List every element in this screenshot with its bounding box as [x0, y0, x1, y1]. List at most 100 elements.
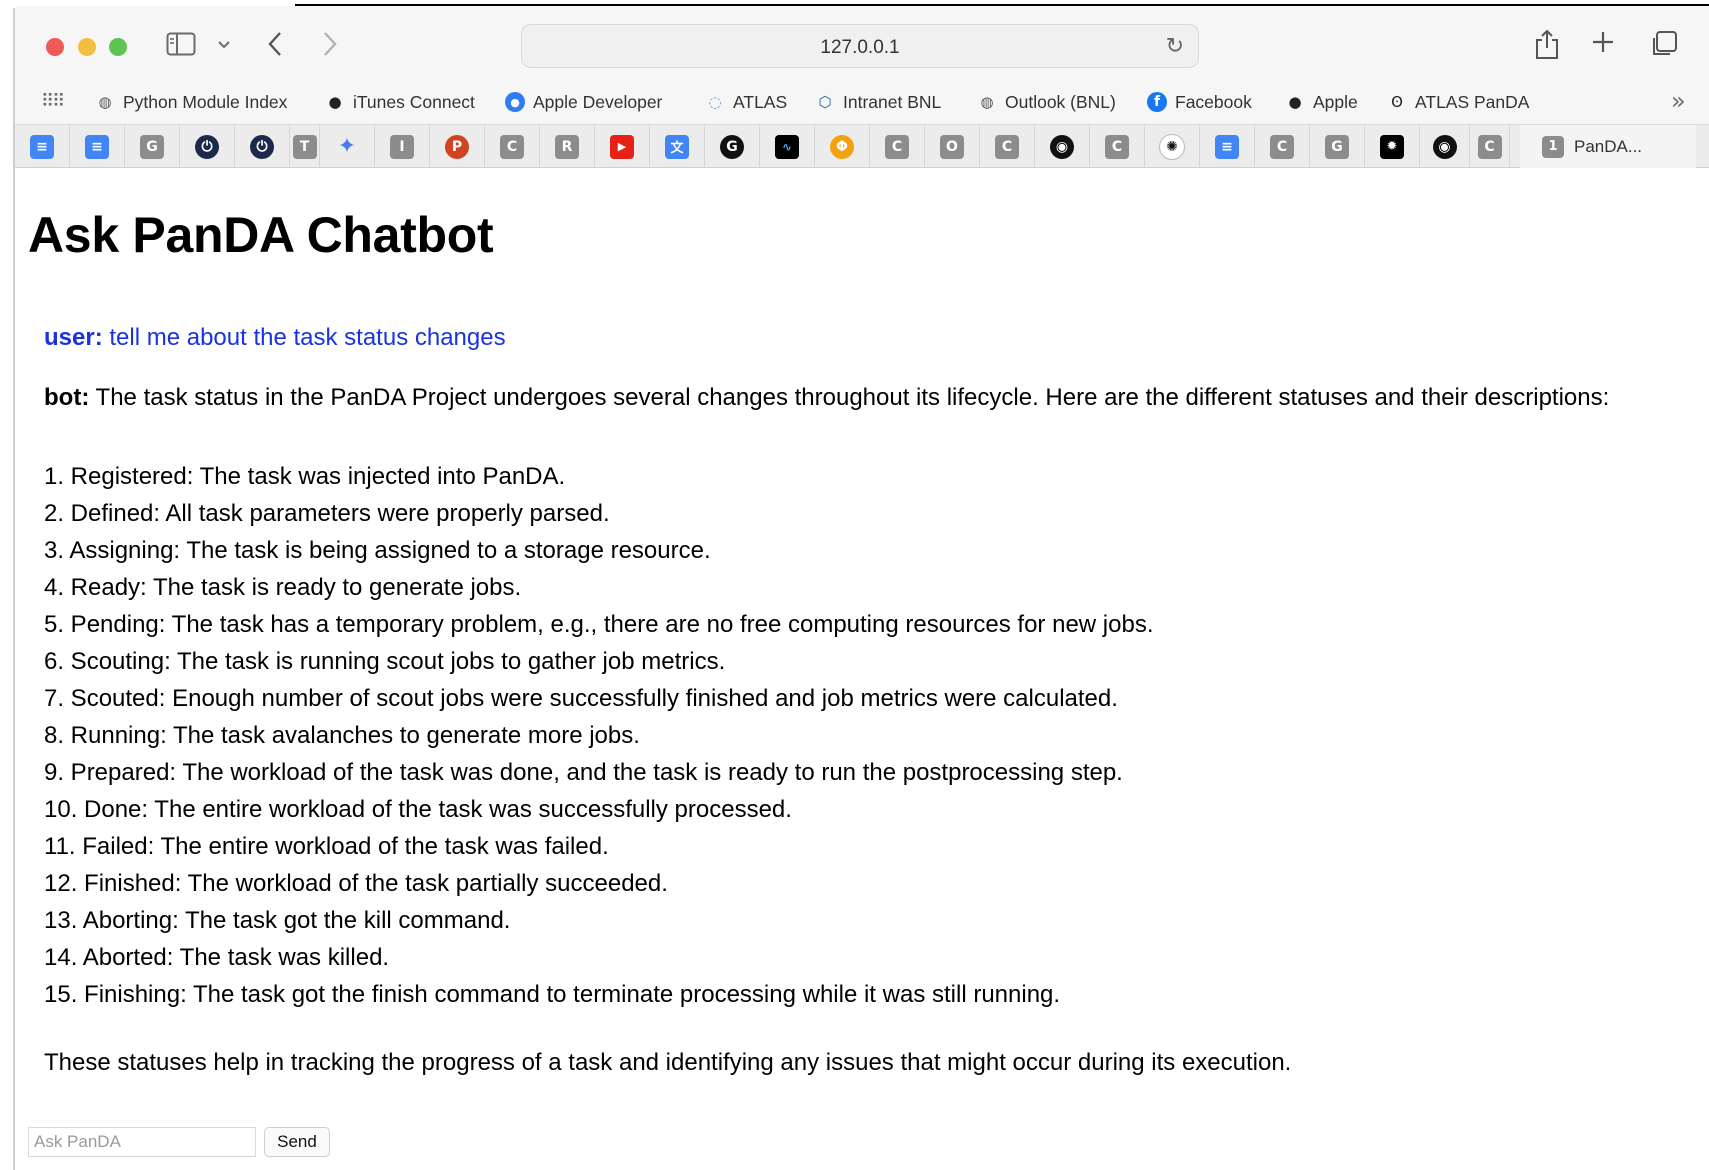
pinned-tab-chatgpt[interactable]: ✺: [1145, 125, 1200, 168]
bookmark-facebook[interactable]: f Facebook: [1147, 87, 1252, 117]
pinned-tab-c[interactable]: C: [980, 125, 1035, 168]
user-message: user: tell me about the task status chan…: [44, 324, 506, 352]
apple-icon: ●: [328, 93, 342, 111]
status-item: 3. Assigning: The task is being assigned…: [44, 537, 711, 564]
zoom-window-button[interactable]: [109, 38, 127, 56]
bot-summary: These statuses help in tracking the prog…: [44, 1049, 1292, 1076]
power-icon: ⏻: [250, 134, 274, 159]
pinned-tab-gemini[interactable]: ✦: [320, 125, 375, 168]
minimize-window-button[interactable]: [78, 38, 96, 56]
forward-arrow-icon[interactable]: [322, 30, 338, 62]
back-arrow-icon[interactable]: [267, 30, 283, 62]
pinned-tab-docs[interactable]: ≡: [15, 125, 70, 168]
pinned-tab-power[interactable]: ⏻: [180, 125, 235, 168]
reload-icon[interactable]: ↻: [1166, 34, 1184, 59]
bookmark-label: Python Module Index: [123, 91, 288, 112]
bookmark-python-module-index[interactable]: ◍ Python Module Index: [95, 87, 287, 117]
address-bar[interactable]: 127.0.0.1 ↻: [521, 24, 1199, 68]
user-message-text: tell me about the task status changes: [109, 324, 506, 351]
active-tab-label: PanDA...: [1574, 136, 1643, 156]
bookmarks-bar: ⠿⠿ ◍ Python Module Index ● iTunes Connec…: [15, 81, 1709, 124]
letter-g-icon: G: [140, 134, 164, 159]
new-tab-plus-icon[interactable]: [1591, 30, 1615, 58]
pinned-tab-r[interactable]: R: [540, 125, 595, 168]
user-label: user:: [44, 324, 103, 351]
letter-i-icon: I: [390, 134, 414, 159]
bnl-icon: ⬡: [818, 93, 832, 111]
github-icon: ◉: [1050, 134, 1074, 159]
status-item: 11. Failed: The entire workload of the t…: [44, 833, 609, 860]
globe-icon: ◍: [980, 93, 994, 111]
pinned-tab-c[interactable]: C: [870, 125, 925, 168]
pinned-tab-i[interactable]: I: [375, 125, 430, 168]
docs-icon: ≡: [30, 134, 54, 159]
letter-c-icon: C: [1105, 134, 1129, 159]
pinned-tab-c[interactable]: C: [1090, 125, 1145, 168]
status-item: 12. Finished: The workload of the task p…: [44, 870, 668, 897]
grammarly-icon: G: [720, 134, 744, 159]
powerpoint-icon: P: [445, 134, 469, 159]
bookmark-itunes-connect[interactable]: ● iTunes Connect: [325, 87, 474, 117]
apple-developer-icon: ●: [505, 92, 525, 112]
pinned-tab-phi[interactable]: Φ: [815, 125, 870, 168]
sidebar-toggle-icon[interactable]: [166, 32, 196, 60]
letter-t-icon: T: [292, 134, 317, 159]
window-left-edge: [13, 8, 15, 1170]
bookmark-outlook-bnl[interactable]: ◍ Outlook (BNL): [977, 87, 1116, 117]
letter-r-icon: R: [555, 134, 579, 159]
status-item: 5. Pending: The task has a temporary pro…: [44, 611, 1154, 638]
pinned-tab-power[interactable]: ⏻: [235, 125, 290, 168]
pinned-tab-t[interactable]: T: [290, 125, 320, 168]
pinned-tab-dark-app[interactable]: ∿: [760, 125, 815, 168]
pinned-tab-powerpoint[interactable]: P: [430, 125, 485, 168]
translate-icon: 文: [665, 134, 689, 159]
letter-o-icon: O: [940, 134, 964, 159]
bookmark-atlas[interactable]: ◌ ATLAS: [705, 87, 787, 117]
pinned-tab-docs[interactable]: ≡: [1200, 125, 1255, 168]
pinned-tab-translate[interactable]: 文: [650, 125, 705, 168]
bookmark-apple-developer[interactable]: ● Apple Developer: [505, 87, 662, 117]
pinned-tab-o[interactable]: O: [925, 125, 980, 168]
letter-c-icon: C: [500, 134, 524, 159]
docs-icon: ≡: [1215, 134, 1239, 159]
share-icon[interactable]: [1534, 28, 1560, 64]
pinned-tab-docs[interactable]: ≡: [70, 125, 125, 168]
tab-overview-icon[interactable]: [1650, 30, 1678, 62]
pinned-tab-g[interactable]: G: [1310, 125, 1365, 168]
pinned-tab-youtube[interactable]: ▶: [595, 125, 650, 168]
bookmark-atlas-panda[interactable]: ʘ ATLAS PanDA: [1387, 87, 1529, 117]
pinned-tab-bnl-dark[interactable]: ✹: [1365, 125, 1420, 168]
close-window-button[interactable]: [46, 38, 64, 56]
chevron-down-icon[interactable]: [217, 36, 231, 55]
chatgpt-icon: ✺: [1159, 133, 1185, 160]
status-item: 9. Prepared: The workload of the task wa…: [44, 759, 1123, 786]
grid-apps-icon[interactable]: ⠿⠿: [41, 91, 65, 112]
send-button[interactable]: Send: [264, 1127, 330, 1157]
bookmark-intranet-bnl[interactable]: ⬡ Intranet BNL: [815, 87, 941, 117]
more-bookmarks-chevron-icon[interactable]: »: [1671, 87, 1686, 115]
status-item: 10. Done: The entire workload of the tas…: [44, 796, 792, 823]
bot-label: bot:: [44, 384, 90, 411]
wave-app-icon: ∿: [775, 134, 799, 159]
pinned-tab-github[interactable]: ◉: [1035, 125, 1090, 168]
pinned-tab-c[interactable]: C: [485, 125, 540, 168]
status-item: 6. Scouting: The task is running scout j…: [44, 648, 726, 675]
active-tab-panda[interactable]: 1 PanDA...: [1520, 125, 1696, 168]
pinned-tab-c[interactable]: C: [1470, 125, 1510, 168]
bookmark-label: ATLAS PanDA: [1415, 91, 1530, 112]
bookmark-apple[interactable]: ● Apple: [1285, 87, 1357, 117]
pinned-tab-github[interactable]: ◉: [1420, 125, 1470, 168]
bookmark-label: Outlook (BNL): [1005, 91, 1116, 112]
bookmark-label: Intranet BNL: [843, 91, 942, 112]
gear-badge-icon: ✹: [1380, 134, 1404, 159]
docs-icon: ≡: [85, 134, 109, 159]
youtube-icon: ▶: [610, 134, 634, 159]
pinned-tab-c[interactable]: C: [1255, 125, 1310, 168]
status-list: 1. Registered: The task was injected int…: [44, 458, 1153, 1013]
status-item: 7. Scouted: Enough number of scout jobs …: [44, 685, 1118, 712]
bookmark-label: Apple Developer: [533, 91, 663, 112]
pinned-tab-grammarly[interactable]: G: [705, 125, 760, 168]
sparkle-icon: ✦: [337, 134, 357, 159]
ask-input[interactable]: [28, 1127, 256, 1157]
pinned-tab-g[interactable]: G: [125, 125, 180, 168]
